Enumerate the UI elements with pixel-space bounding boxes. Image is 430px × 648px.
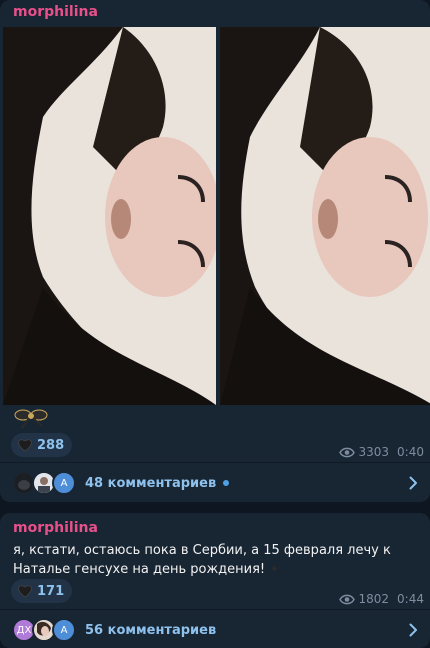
message-text: я, кстати, остаюсь пока в Сербии, а 15 ф… <box>13 542 423 579</box>
avatar: A <box>52 471 76 495</box>
divider <box>0 462 430 463</box>
avatar: A <box>52 618 76 642</box>
eye-icon <box>338 594 355 604</box>
unread-dot <box>223 480 230 486</box>
reaction-heart[interactable]: 288 <box>11 433 73 457</box>
channel-post-text: morphilina я, кстати, остаюсь пока в Сер… <box>0 513 430 648</box>
sparkle-emoji: ✦ <box>269 562 280 576</box>
black-heart-icon <box>18 585 32 598</box>
comments-label: 48 комментариев <box>85 475 217 491</box>
black-heart-icon <box>18 439 32 452</box>
commenter-avatars: ДХ A <box>12 618 82 642</box>
photo-left[interactable] <box>3 27 216 405</box>
post-time: 0:44 <box>397 592 424 606</box>
post-meta: 1802 0:44 <box>338 592 424 606</box>
chevron-right-icon <box>409 623 417 637</box>
bow-sticker <box>12 406 52 430</box>
commenter-avatars: A <box>12 471 82 495</box>
reaction-count: 171 <box>37 583 65 599</box>
post-time: 0:40 <box>397 445 424 459</box>
view-count: 3303 <box>358 445 390 459</box>
reaction-heart[interactable]: 171 <box>11 579 73 603</box>
eye-icon <box>338 447 355 457</box>
channel-post-photo: morphilina 288 3303 0:40 A 48 комментари… <box>0 0 430 502</box>
comments-button[interactable]: A 48 комментариев <box>0 464 430 502</box>
photo-right[interactable] <box>220 27 430 405</box>
divider <box>0 609 430 610</box>
comments-button[interactable]: ДХ A 56 комментариев <box>0 611 430 648</box>
comments-label: 56 комментариев <box>85 622 217 638</box>
post-author[interactable]: morphilina <box>13 520 98 536</box>
chevron-right-icon <box>409 476 417 490</box>
message-body: я, кстати, остаюсь пока в Сербии, а 15 ф… <box>13 543 391 577</box>
view-count: 1802 <box>358 592 390 606</box>
reaction-count: 288 <box>37 437 65 453</box>
post-meta: 3303 0:40 <box>338 445 424 459</box>
post-author[interactable]: morphilina <box>13 4 98 20</box>
